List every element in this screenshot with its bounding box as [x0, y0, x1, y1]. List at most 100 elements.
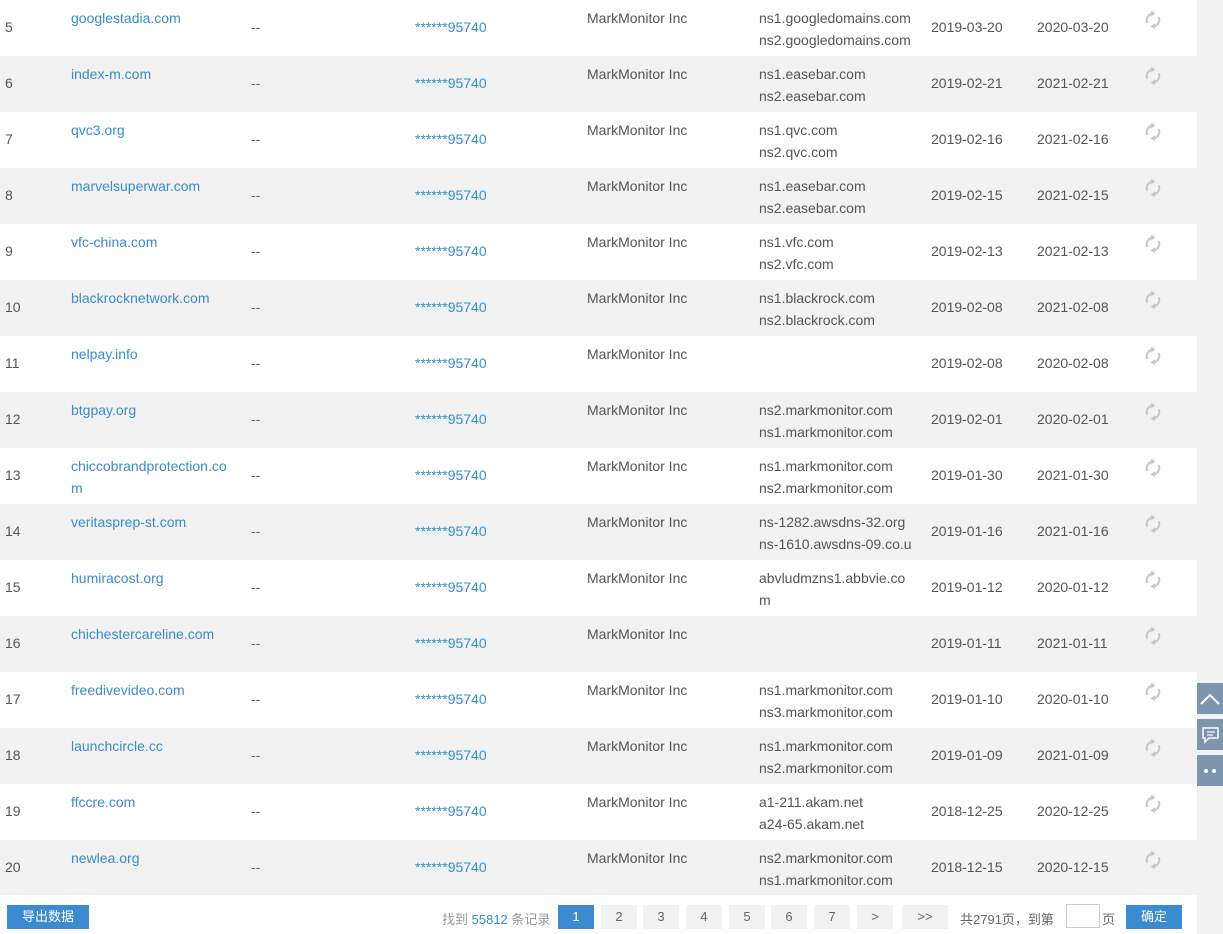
page-button-7[interactable]: 7 — [814, 905, 850, 929]
domain-link[interactable]: nelpay.info — [71, 343, 231, 365]
domain-link[interactable]: qvc3.org — [71, 119, 231, 141]
refresh-button[interactable] — [1143, 66, 1163, 86]
phone-link[interactable]: ******95740 — [415, 632, 487, 654]
row-index: 5 — [5, 19, 13, 35]
refresh-button[interactable] — [1143, 402, 1163, 422]
phone-link[interactable]: ******95740 — [415, 800, 487, 822]
nameserver: ns2.blackrock.com — [759, 312, 875, 328]
page-button-1[interactable]: 1 — [558, 905, 594, 929]
phone-link[interactable]: ******95740 — [415, 856, 487, 878]
refresh-button[interactable] — [1143, 514, 1163, 534]
phone-link[interactable]: ******95740 — [415, 744, 487, 766]
phone-link[interactable]: ******95740 — [415, 72, 487, 94]
created-date: 2019-01-30 — [931, 467, 1003, 483]
phone-link[interactable]: ******95740 — [415, 296, 487, 318]
domain-link[interactable]: btgpay.org — [71, 399, 231, 421]
page-button-2[interactable]: 2 — [601, 905, 637, 929]
phone-link[interactable]: ******95740 — [415, 16, 487, 38]
refresh-button[interactable] — [1143, 794, 1163, 814]
phone-link[interactable]: ******95740 — [415, 520, 487, 542]
domain-link[interactable]: newlea.org — [71, 847, 231, 869]
refresh-button[interactable] — [1143, 234, 1163, 254]
table-row: 20 newlea.org -- ******95740 MarkMonitor Inc… — [0, 840, 1197, 896]
nameservers: ns1.googledomains.com ns2.googledomains.c… — [759, 7, 911, 51]
refresh-button[interactable] — [1143, 738, 1163, 758]
empty-value: -- — [251, 355, 261, 371]
row-index: 14 — [5, 523, 21, 539]
page-button-5[interactable]: 5 — [729, 905, 765, 929]
more-icon — [1204, 768, 1216, 773]
empty-value: -- — [251, 187, 261, 203]
refresh-icon — [1145, 794, 1161, 814]
created-date: 2019-01-10 — [931, 691, 1003, 707]
table-row: 5 googlestadia.com -- ******95740 MarkMonito… — [0, 0, 1197, 56]
total-pages-text: 共2791页，到第 — [960, 912, 1054, 927]
nameservers: ns1.blackrock.com ns2.blackrock.com — [759, 287, 911, 331]
refresh-icon — [1145, 234, 1161, 254]
refresh-button[interactable] — [1143, 122, 1163, 142]
refresh-button[interactable] — [1143, 626, 1163, 646]
phone-link[interactable]: ******95740 — [415, 576, 487, 598]
page-button-4[interactable]: 4 — [686, 905, 722, 929]
next-page-button[interactable]: > — [857, 905, 893, 929]
row-index: 6 — [5, 75, 13, 91]
phone-link[interactable]: ******95740 — [415, 464, 487, 486]
refresh-button[interactable] — [1143, 290, 1163, 310]
feedback-button[interactable] — [1197, 719, 1223, 750]
domain-link[interactable]: chichestercareline.com — [71, 623, 231, 645]
phone-link[interactable]: ******95740 — [415, 240, 487, 262]
row-index: 19 — [5, 803, 21, 819]
nameservers: abvludmzns1.abbvie.com — [759, 567, 911, 611]
domain-link[interactable]: chiccobrandprotection.com — [71, 455, 231, 499]
domain-link[interactable]: launchcircle.cc — [71, 735, 231, 757]
confirm-goto-button[interactable]: 确定 — [1126, 905, 1182, 929]
domain-link[interactable]: ffccre.com — [71, 791, 231, 813]
nameserver: ns1.blackrock.com — [759, 290, 875, 306]
nameserver: ns2.markmonitor.com — [759, 480, 893, 496]
nameserver: ns1.googledomains.com — [759, 10, 911, 26]
export-data-button[interactable]: 导出数据 — [7, 905, 89, 929]
page-button-3[interactable]: 3 — [643, 905, 679, 929]
registrar-name: MarkMonitor Inc — [587, 290, 688, 306]
domain-link[interactable]: veritasprep-st.com — [71, 511, 231, 533]
refresh-button[interactable] — [1143, 10, 1163, 30]
table-row: 10 blackrocknetwork.com -- ******95740 MarkM… — [0, 280, 1197, 336]
back-to-top-icon — [1200, 693, 1220, 705]
domain-link[interactable]: humiracost.org — [71, 567, 231, 589]
domain-link[interactable]: googlestadia.com — [71, 7, 231, 29]
phone-link[interactable]: ******95740 — [415, 688, 487, 710]
phone-link[interactable]: ******95740 — [415, 352, 487, 374]
expiry-date: 2020-12-15 — [1037, 859, 1109, 875]
expiry-date: 2021-02-08 — [1037, 299, 1109, 315]
row-index: 13 — [5, 467, 21, 483]
goto-page-input[interactable] — [1066, 904, 1100, 928]
domain-link[interactable]: freedivevideo.com — [71, 679, 231, 701]
phone-link[interactable]: ******95740 — [415, 408, 487, 430]
domain-link[interactable]: blackrocknetwork.com — [71, 287, 231, 309]
last-page-button[interactable]: >> — [902, 905, 948, 929]
phone-link[interactable]: ******95740 — [415, 128, 487, 150]
domain-link[interactable]: index-m.com — [71, 63, 231, 85]
domain-link[interactable]: vfc-china.com — [71, 231, 231, 253]
row-index: 9 — [5, 243, 13, 259]
back-to-top-button[interactable] — [1197, 683, 1223, 714]
refresh-button[interactable] — [1143, 682, 1163, 702]
nameservers: ns1.markmonitor.com ns3.markmonitor.com — [759, 679, 911, 723]
refresh-button[interactable] — [1143, 458, 1163, 478]
more-button[interactable] — [1197, 755, 1223, 786]
phone-link[interactable]: ******95740 — [415, 184, 487, 206]
refresh-button[interactable] — [1143, 178, 1163, 198]
row-index: 16 — [5, 635, 21, 651]
refresh-icon — [1145, 626, 1161, 646]
refresh-icon — [1145, 10, 1161, 30]
nameserver: ns1.markmonitor.com — [759, 458, 893, 474]
row-index: 10 — [5, 299, 21, 315]
row-index: 11 — [5, 355, 20, 371]
refresh-button[interactable] — [1143, 850, 1163, 870]
domain-link[interactable]: marvelsuperwar.com — [71, 175, 231, 197]
page-button-6[interactable]: 6 — [771, 905, 807, 929]
refresh-button[interactable] — [1143, 346, 1163, 366]
refresh-button[interactable] — [1143, 570, 1163, 590]
results-table: 5 googlestadia.com -- ******95740 MarkMonito… — [0, 0, 1197, 896]
nameserver: ns1.markmonitor.com — [759, 872, 893, 888]
